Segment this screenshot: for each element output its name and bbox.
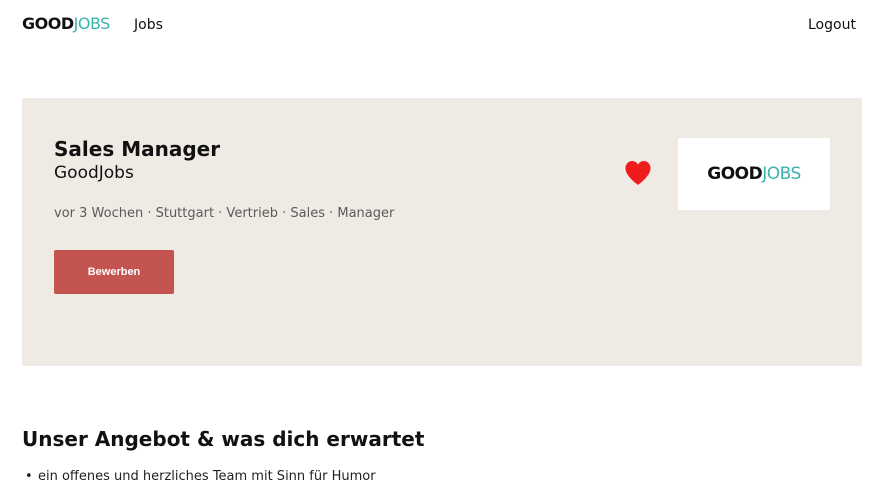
list-item-text: ein offenes und herzliches Team mit Sinn… [38,469,376,484]
nav-link-jobs[interactable]: Jobs [134,16,163,34]
logo-part-good: GOOD [22,14,74,33]
heart-icon[interactable] [624,160,652,186]
offer-section-title: Unser Angebot & was dich erwartet [22,427,425,451]
brand-logo[interactable]: GOODJOBS [22,15,110,33]
company-logo-wordmark: GOODJOBS [678,164,830,184]
logo-part-jobs: JOBS [73,14,111,33]
top-navigation: GOODJOBS Jobs Logout [0,0,896,50]
bullet-icon: • [25,469,33,484]
job-title: Sales Manager [54,137,221,161]
job-header-card: Sales Manager GoodJobs vor 3 Wochen · St… [22,98,862,366]
job-meta: vor 3 Wochen · Stuttgart · Vertrieb · Sa… [54,206,395,221]
apply-button[interactable]: Bewerben [54,250,174,294]
offer-list: • ein offenes und herzliches Team mit Sin… [22,468,376,486]
company-logo-part-jobs: JOBS [762,164,801,184]
list-item: • ein offenes und herzliches Team mit Sin… [22,468,376,486]
company-name: GoodJobs [54,163,134,183]
company-logo-part-good: GOOD [707,164,763,184]
company-logo: GOODJOBS [678,138,830,210]
logout-link[interactable]: Logout [808,16,856,34]
